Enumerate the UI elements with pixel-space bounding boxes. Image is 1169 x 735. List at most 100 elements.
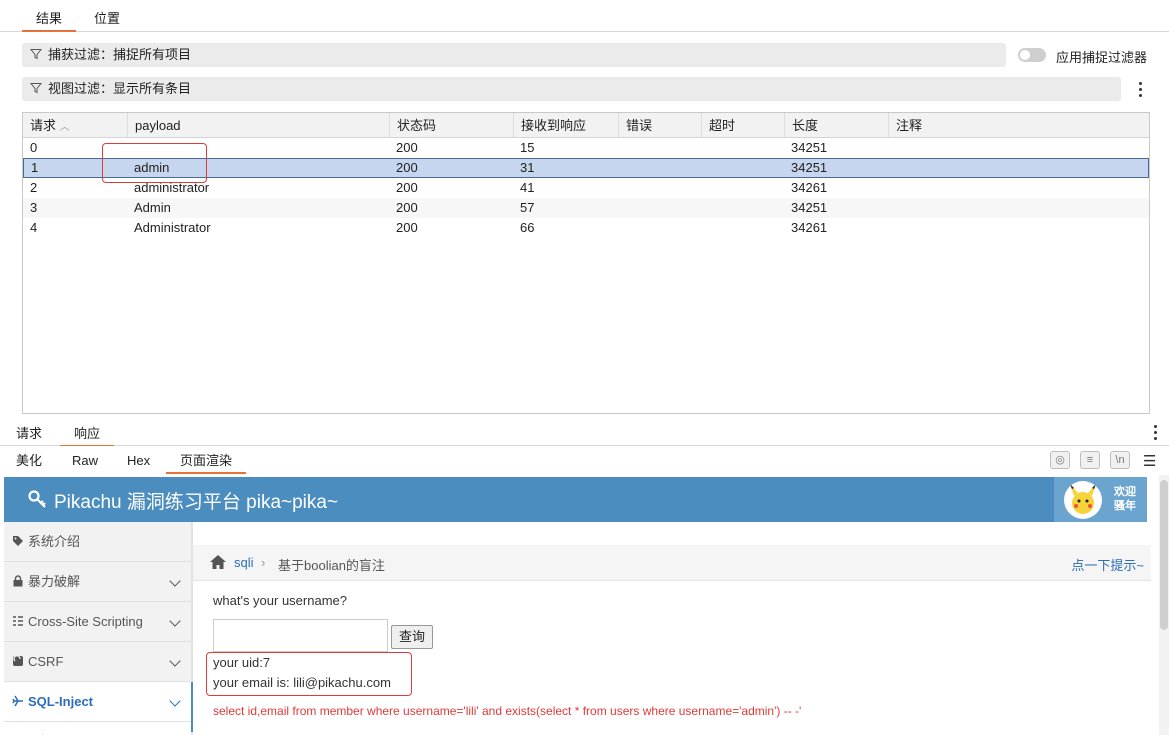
- tab-request[interactable]: 请求: [2, 423, 56, 447]
- filter-icon: [30, 83, 42, 94]
- table-row[interactable]: 4 Administrator 200 66 34261: [23, 218, 1149, 238]
- cell-length: 34251: [791, 140, 828, 155]
- username-input[interactable]: [213, 619, 388, 652]
- apply-capture-filter-label: 应用捕捉过滤器: [1056, 50, 1148, 65]
- username-prompt: what's your username?: [213, 593, 347, 608]
- more-options-icon[interactable]: [1138, 82, 1142, 98]
- render-scrollbar-thumb[interactable]: [1160, 480, 1168, 630]
- tab-render[interactable]: 页面渲染: [166, 450, 247, 474]
- cell-status: 200: [396, 140, 418, 155]
- chevron-down-icon: [169, 575, 181, 587]
- rendered-page: Pikachu 漏洞练习平台 pika~pika~ 欢迎 骚年 系统介绍 暴力破…: [0, 475, 1159, 735]
- col-header-length[interactable]: 长度: [784, 113, 888, 138]
- annotation-highlight-box: [206, 652, 412, 696]
- list-icon: [13, 616, 23, 626]
- results-table: 请求 ︿ payload 状态码 接收到响应 错误 超时 长度 注释 0 200…: [22, 112, 1150, 414]
- tab-pretty[interactable]: 美化: [2, 450, 56, 474]
- hide-icon[interactable]: ◎: [1050, 451, 1070, 469]
- newline-icon[interactable]: \n: [1110, 451, 1130, 469]
- breadcrumb-link-sqli[interactable]: sqli: [234, 555, 254, 570]
- sidebar-item-brute-force[interactable]: 暴力破解: [4, 562, 191, 602]
- col-header-payload[interactable]: payload: [127, 113, 389, 138]
- user-panel[interactable]: 欢迎 骚年: [1054, 477, 1147, 522]
- sidebar-subitem-overview[interactable]: 概述: [4, 722, 191, 735]
- key-icon: [28, 490, 46, 508]
- chevron-down-icon: [169, 695, 181, 707]
- menu-icon[interactable]: ☰: [1143, 452, 1156, 470]
- cell-response-received: 15: [520, 140, 535, 155]
- cell-payload: Administrator: [134, 220, 211, 235]
- cell-response-received: 41: [520, 180, 535, 195]
- col-header-timeout[interactable]: 超时: [701, 113, 784, 138]
- sidebar-item-label: Cross-Site Scripting: [28, 614, 143, 629]
- sidebar-item-label: 暴力破解: [28, 574, 81, 589]
- cell-length: 34261: [791, 180, 828, 195]
- capture-filter-text: 捕获过滤：捕捉所有项目: [48, 47, 192, 62]
- lock-icon: [13, 575, 23, 587]
- request-response-tab-bar: 请求 响应: [0, 420, 1169, 447]
- table-header: 请求 ︿ payload 状态码 接收到响应 错误 超时 长度 注释: [23, 113, 1149, 138]
- cell-status: 200: [396, 200, 418, 215]
- cell-request: 4: [30, 220, 38, 235]
- col-header-status[interactable]: 状态码: [389, 113, 513, 138]
- cell-response-received: 66: [520, 220, 535, 235]
- sql-query-text: select id,email from member where userna…: [213, 704, 802, 718]
- cell-request: 0: [30, 140, 38, 155]
- site-title: Pikachu 漏洞练习平台 pika~pika~: [54, 492, 339, 513]
- pikachu-header: Pikachu 漏洞练习平台 pika~pika~ 欢迎 骚年: [4, 477, 1147, 522]
- tab-results[interactable]: 结果: [22, 8, 77, 32]
- view-filter-bar[interactable]: 视图过滤：显示所有条目: [22, 77, 1121, 101]
- hint-link[interactable]: 点一下提示~: [1071, 555, 1144, 574]
- cell-request: 3: [30, 200, 38, 215]
- avatar: [1064, 481, 1102, 519]
- top-tab-bar: 结果 位置: [0, 0, 1169, 32]
- sidebar-item-sql-inject[interactable]: SQL-Inject: [4, 682, 191, 722]
- breadcrumb-separator: ›: [261, 555, 266, 570]
- cell-status: 200: [396, 160, 418, 175]
- cell-length: 34251: [791, 160, 828, 175]
- tab-hex[interactable]: Hex: [113, 450, 164, 474]
- cell-status: 200: [396, 180, 418, 195]
- sidebar-item-label: CSRF: [28, 654, 64, 669]
- response-view-tab-bar: 美化 Raw Hex 页面渲染: [0, 446, 1169, 475]
- sidebar-item-csrf[interactable]: CSRF: [4, 642, 191, 682]
- sidebar-active-indicator: [191, 682, 193, 732]
- breadcrumb-current: 基于boolian的盲注: [278, 558, 385, 573]
- cell-response-received: 57: [520, 200, 535, 215]
- plane-icon: [12, 695, 23, 707]
- capture-filter-bar[interactable]: 捕获过滤：捕捉所有项目: [22, 43, 1006, 67]
- more-options-icon[interactable]: [1153, 425, 1157, 441]
- welcome-text: 欢迎 骚年: [1114, 486, 1136, 512]
- pikachu-avatar-icon: [1070, 484, 1096, 514]
- cell-length: 34261: [791, 220, 828, 235]
- cell-payload: Admin: [134, 200, 171, 215]
- query-button[interactable]: 查询: [391, 625, 433, 649]
- chevron-down-icon: [169, 615, 181, 627]
- annotation-highlight-box: [102, 143, 207, 183]
- breadcrumb: sqli › 基于boolian的盲注 点一下提示~: [193, 545, 1151, 581]
- apply-capture-filter-toggle[interactable]: [1018, 48, 1046, 62]
- filter-icon: [30, 49, 42, 60]
- home-icon[interactable]: [209, 554, 227, 570]
- cell-status: 200: [396, 220, 418, 235]
- tab-raw[interactable]: Raw: [58, 450, 112, 474]
- tab-positions[interactable]: 位置: [80, 8, 134, 32]
- refresh-icon: [13, 655, 23, 666]
- sidebar-item-label: SQL-Inject: [28, 694, 94, 709]
- sidebar-item-intro[interactable]: 系统介绍: [4, 522, 191, 562]
- col-header-comment[interactable]: 注释: [888, 113, 1149, 138]
- cell-request: 1: [31, 160, 39, 175]
- table-row[interactable]: 3 Admin 200 57 34251: [23, 198, 1149, 218]
- cell-request: 2: [30, 180, 38, 195]
- wrap-icon[interactable]: ≡: [1080, 451, 1100, 469]
- col-header-response-received[interactable]: 接收到响应: [513, 113, 618, 138]
- sidebar: 系统介绍 暴力破解 Cross-Site Scripting CSRF SQL-…: [4, 522, 193, 735]
- tab-response[interactable]: 响应: [60, 423, 115, 447]
- cell-length: 34251: [791, 200, 828, 215]
- col-header-error[interactable]: 错误: [618, 113, 701, 138]
- cell-response-received: 31: [520, 160, 535, 175]
- col-header-request[interactable]: 请求 ︿: [23, 113, 127, 138]
- sidebar-item-xss[interactable]: Cross-Site Scripting: [4, 602, 191, 642]
- chevron-down-icon: [169, 655, 181, 667]
- view-filter-text: 视图过滤：显示所有条目: [48, 81, 192, 96]
